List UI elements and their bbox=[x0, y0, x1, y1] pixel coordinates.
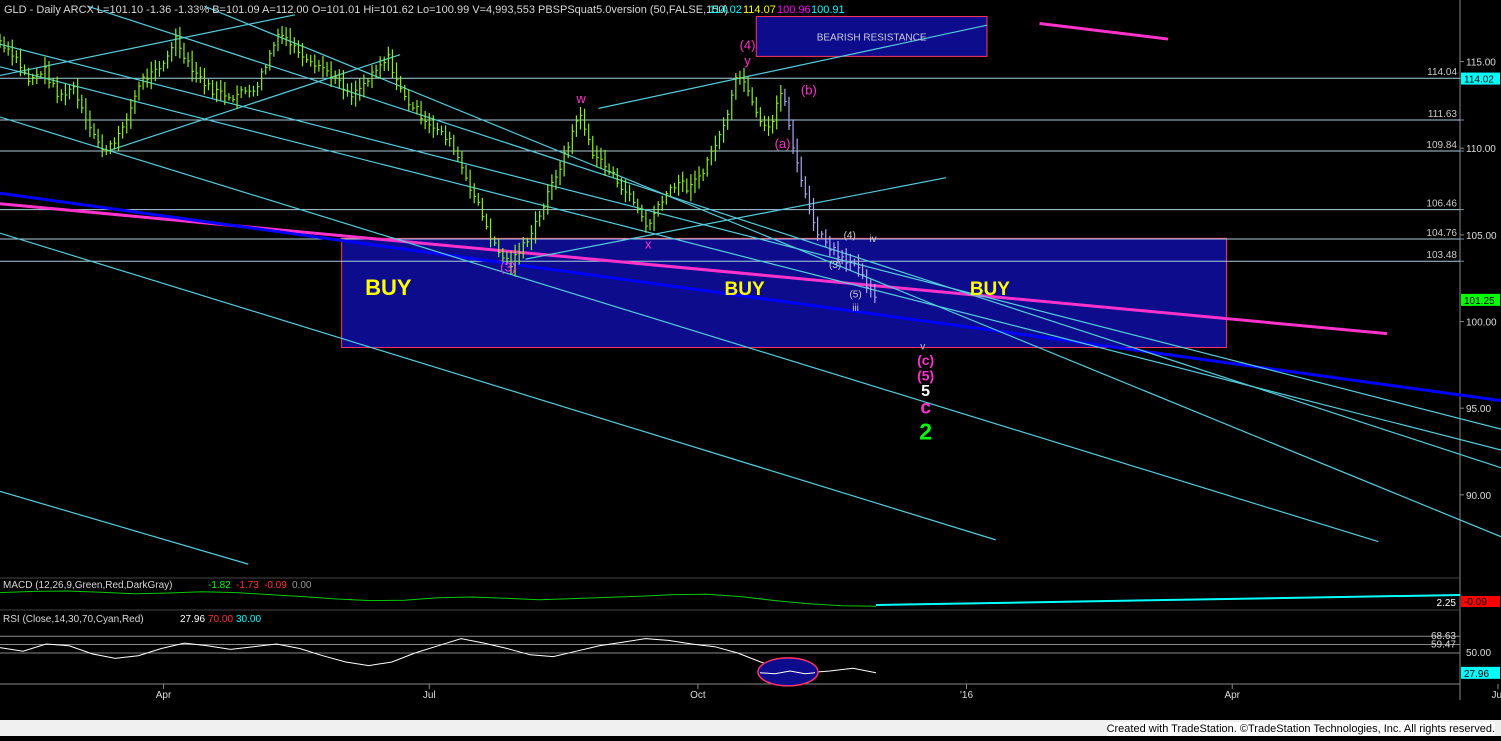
wave-label: (b) bbox=[801, 83, 817, 98]
level-label: 103.48 bbox=[1426, 250, 1457, 261]
wave-label: (a) bbox=[775, 136, 791, 151]
chart-svg: 114.04 111.63 109.84 106.46 104.76 103.48 BUY… bbox=[0, 0, 1501, 736]
wave-label: (5) bbox=[849, 289, 861, 300]
price-tick-label: 90.00 bbox=[1466, 491, 1491, 502]
rsi-value: 27.96 bbox=[180, 614, 205, 625]
macd-axis-label: 2.25 bbox=[1437, 598, 1457, 609]
price-tick-label: 100.00 bbox=[1466, 318, 1497, 329]
price-tick-label: 105.00 bbox=[1466, 231, 1497, 242]
price-tick-label: 95.00 bbox=[1466, 404, 1491, 415]
bearish-resistance-label: BEARISH RESISTANCE bbox=[817, 32, 927, 43]
rsi-value: 70.00 bbox=[208, 614, 233, 625]
level-label: 104.76 bbox=[1426, 228, 1457, 239]
rsi-tag-label: 27.96 bbox=[1464, 669, 1489, 680]
macd-value: 0.00 bbox=[292, 580, 312, 591]
wave-label: x bbox=[645, 237, 652, 252]
macd-value: -1.73 bbox=[236, 580, 259, 591]
level-label: 109.84 bbox=[1426, 140, 1457, 151]
wave-label: y bbox=[744, 53, 751, 68]
header-value-1: 114.02 bbox=[709, 4, 742, 16]
wave-label: iii bbox=[852, 303, 859, 314]
rsi-axis-label: 59.47 bbox=[1431, 639, 1456, 650]
time-tick-label: Jul bbox=[1492, 690, 1501, 701]
macd-value: -1.82 bbox=[208, 580, 231, 591]
wave-label: (3) bbox=[829, 260, 841, 271]
chart-background bbox=[0, 0, 1501, 736]
time-tick-label: Oct bbox=[690, 690, 706, 701]
price-tick-label: 115.00 bbox=[1466, 58, 1496, 69]
macd-value: -0.09 bbox=[264, 580, 287, 591]
time-tick-label: '16 bbox=[960, 690, 973, 701]
price-tag-label: 101.25 bbox=[1464, 296, 1495, 307]
level-label: 111.63 bbox=[1428, 109, 1458, 120]
wave-label: 2 bbox=[919, 418, 932, 444]
header-value-3: 100.96 bbox=[777, 4, 811, 16]
header-value-4: 100.91 bbox=[811, 4, 845, 16]
wave-label: w bbox=[575, 91, 586, 106]
wave-label: iv bbox=[869, 234, 876, 245]
gld-daily-chart: 114.04 111.63 109.84 106.46 104.76 103.48 BUY… bbox=[0, 0, 1501, 736]
buy-label: BUY bbox=[725, 279, 765, 300]
credit-text: Created with TradeStation. ©TradeStation… bbox=[1106, 722, 1495, 736]
wave-label: c bbox=[920, 397, 931, 418]
buy-label: BUY bbox=[970, 279, 1010, 300]
time-tick-label: Apr bbox=[156, 690, 172, 701]
buy-label: BUY bbox=[365, 275, 412, 300]
level-label: 106.46 bbox=[1426, 199, 1457, 210]
buy-zone-box bbox=[341, 237, 1227, 349]
wave-label: (c) bbox=[917, 352, 934, 368]
wave-label: (3) bbox=[500, 259, 516, 274]
macd-label: MACD (12,26,9,Green,Red,DarkGray) bbox=[3, 580, 173, 591]
price-tag-label: 114.02 bbox=[1464, 75, 1494, 86]
wave-label: (5) bbox=[917, 367, 934, 383]
chart-header-text: GLD - Daily ARCX L=101.10 -1.36 -1.33% B… bbox=[4, 4, 728, 16]
rsi-value: 30.00 bbox=[236, 614, 261, 625]
macd-value-tag-label: -0.09 bbox=[1464, 597, 1487, 608]
time-tick-label: Apr bbox=[1224, 690, 1240, 701]
header-value-2: 114.07 bbox=[743, 4, 776, 16]
price-tick-label: 110.00 bbox=[1466, 144, 1496, 155]
wave-label: (4) bbox=[740, 37, 756, 52]
wave-label: (4) bbox=[844, 230, 856, 241]
rsi-label: RSI (Close,14,30,70,Cyan,Red) bbox=[3, 614, 144, 625]
level-label: 114.04 bbox=[1427, 67, 1457, 78]
wave-label: v bbox=[920, 341, 925, 352]
rsi-oversold-ellipse bbox=[757, 657, 819, 687]
time-tick-label: Jul bbox=[423, 690, 436, 701]
rsi-axis-label: 50.00 bbox=[1466, 648, 1491, 659]
